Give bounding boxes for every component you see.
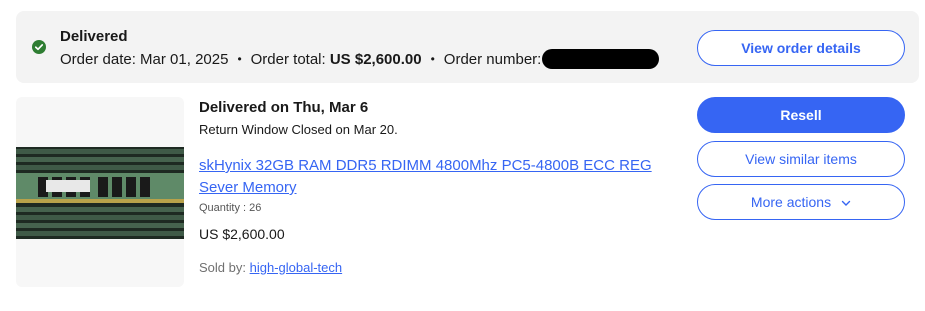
resell-button[interactable]: Resell <box>697 97 905 133</box>
order-date: Mar 01, 2025 <box>140 50 229 68</box>
order-total: US $2,600.00 <box>329 50 422 68</box>
order-number-redacted <box>542 49 660 69</box>
item-title-link[interactable]: skHynix 32GB RAM DDR5 RDIMM 4800Mhz PC5-… <box>199 155 669 199</box>
sold-by-label: Sold by: <box>199 260 246 275</box>
return-window: Return Window Closed on Mar 20. <box>199 122 398 137</box>
seller-link[interactable]: high-global-tech <box>250 260 343 275</box>
item-thumbnail[interactable] <box>16 97 184 287</box>
check-circle-icon <box>32 40 46 54</box>
chevron-down-icon <box>841 194 851 210</box>
view-order-details-button[interactable]: View order details <box>697 30 905 66</box>
item-quantity: Quantity : 26 <box>199 202 262 214</box>
order-meta: Order date: Mar 01, 2025 • Order total: … <box>60 49 660 69</box>
separator-dot: • <box>237 52 242 66</box>
more-actions-label: More actions <box>750 194 832 210</box>
item-price: US $2,600.00 <box>199 226 285 242</box>
order-date-label: Order date: <box>60 50 136 68</box>
separator-dot: • <box>430 52 435 66</box>
more-actions-button[interactable]: More actions <box>697 184 905 220</box>
order-number-label: Order number: <box>443 50 542 68</box>
order-status: Delivered <box>60 28 128 45</box>
ram-module-image <box>16 147 184 239</box>
delivery-status: Delivered on Thu, Mar 6 <box>199 99 369 116</box>
view-similar-items-button[interactable]: View similar items <box>697 141 905 177</box>
order-total-label: Order total: <box>250 50 326 68</box>
seller-row: Sold by: high-global-tech <box>199 260 342 275</box>
